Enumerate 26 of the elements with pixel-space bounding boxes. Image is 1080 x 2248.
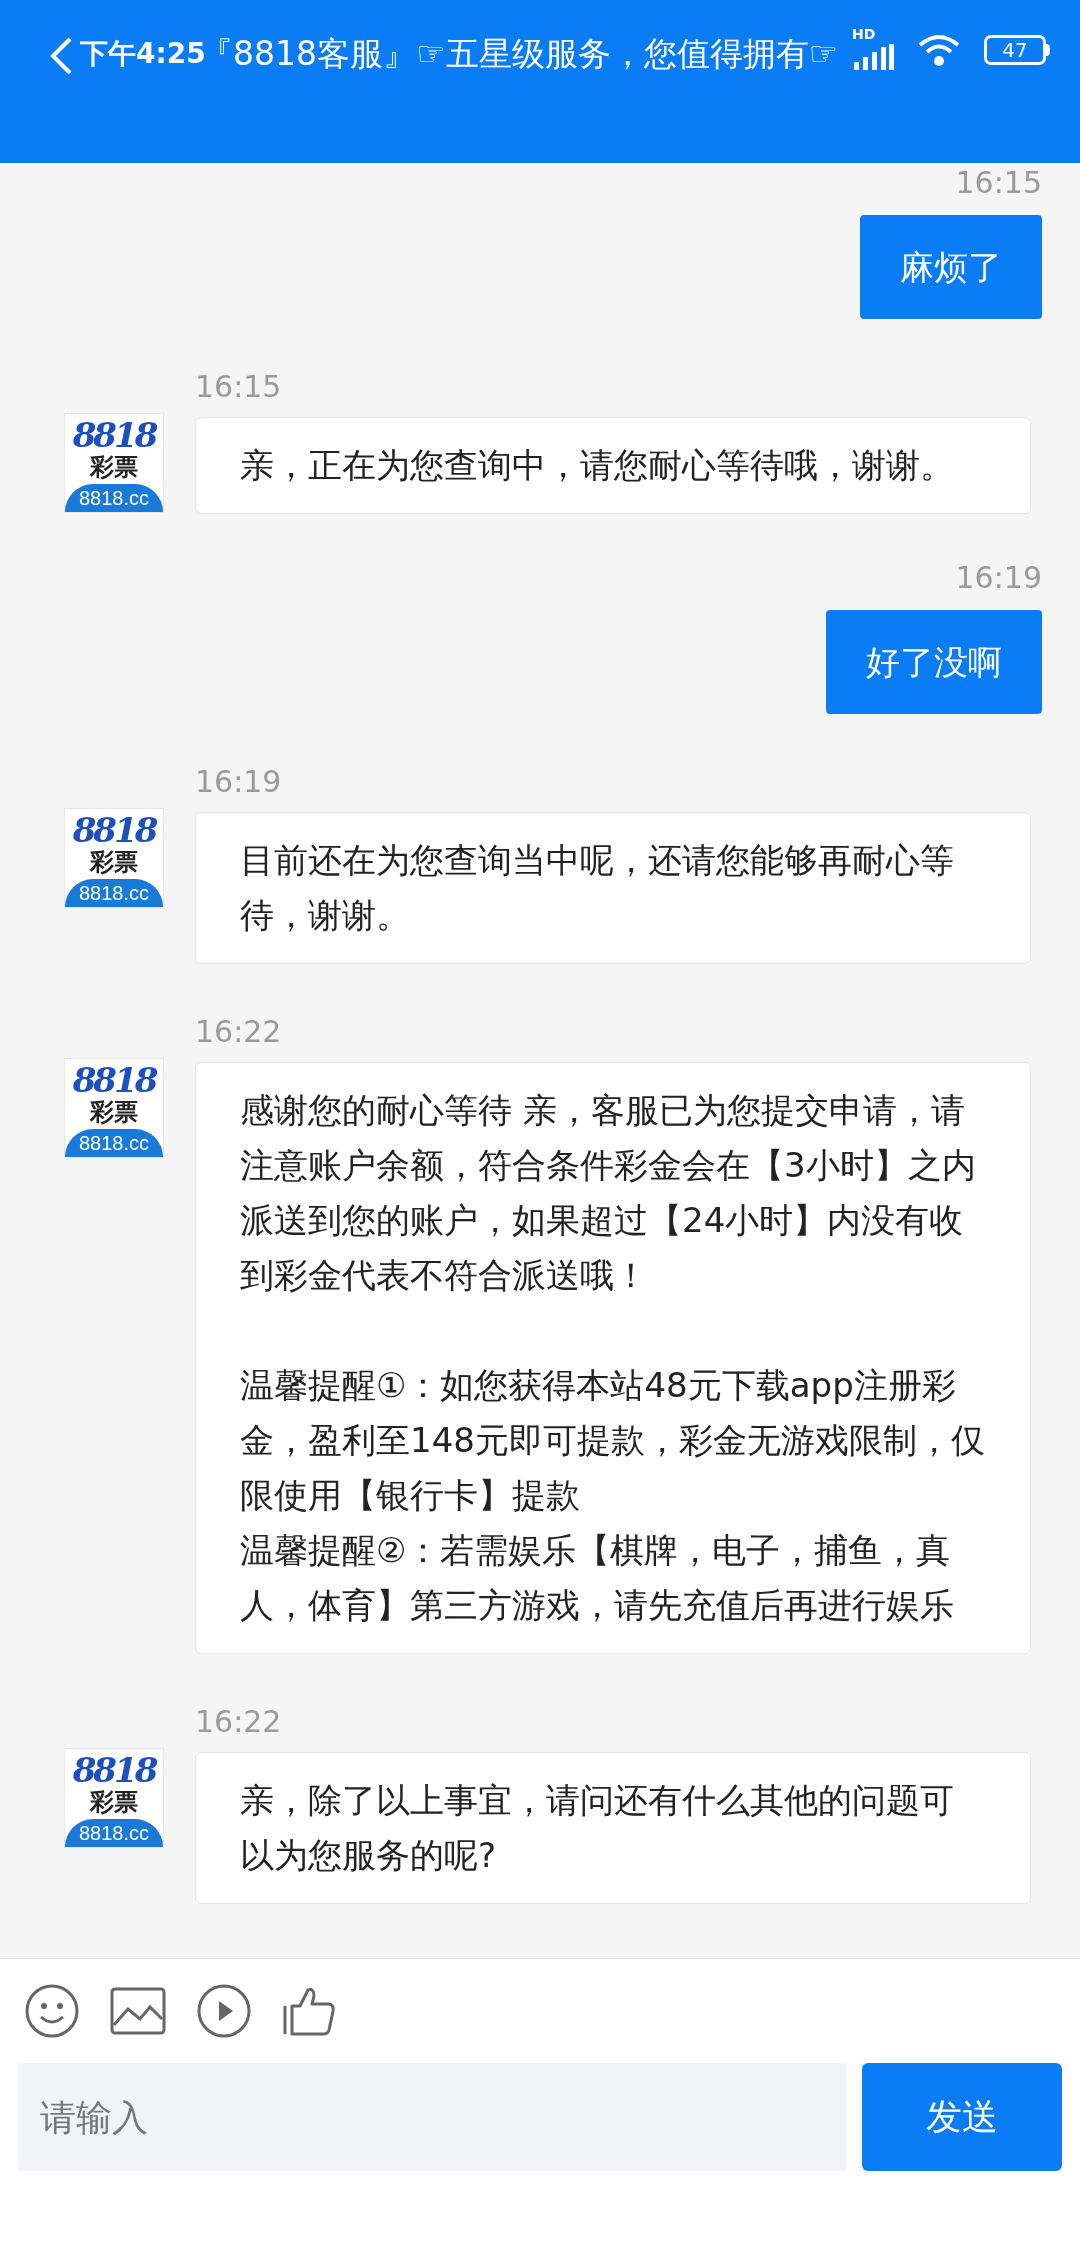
back-icon[interactable] <box>48 36 74 76</box>
image-icon[interactable] <box>110 1987 166 2035</box>
avatar-logo: 8818 彩票 8818.cc <box>64 413 164 513</box>
message-time: 16:19 <box>195 764 283 800</box>
message-text: 目前还在为您查询当中呢，还请您能够再耐心等待，谢谢。 <box>240 839 955 937</box>
message-time: 16:15 <box>955 165 1042 201</box>
message-time: 16:22 <box>195 1704 283 1740</box>
message-text: 亲，除了以上事宜，请问还有什么其他的问题可以为您服务的呢? <box>240 1779 955 1877</box>
message-text: 感谢您的耐心等待 亲，客服已为您提交申请，请注意账户余额，符合条件彩金会在【3小时】之内派送到您的账户，如果超过【24小时】内没有收到彩金代表不符合派送哦！ <box>240 1089 977 1297</box>
message-text: 好了没啊 <box>866 641 1002 684</box>
message-text: 麻烦了 <box>900 246 1002 289</box>
message-time: 16:22 <box>195 1014 283 1050</box>
message-text: 温馨提醒①：如您获得本站48元下载app注册彩金，盈利至148元即可提款，彩金无游戏限制，仅限使用【银行卡】提款 <box>240 1364 986 1517</box>
message-text: 亲，正在为您查询中，请您耐心等待哦，谢谢。 <box>240 444 955 487</box>
send-button[interactable]: 发送 <box>862 2063 1062 2171</box>
avatar-logo: 8818 彩票 8818.cc <box>64 808 164 908</box>
message-text: 温馨提醒②：若需娱乐【棋牌，电子，捕鱼，真人，体育】第三方游戏，请先充值后再进行娱乐 <box>240 1529 955 1627</box>
message-time: 16:15 <box>195 369 283 405</box>
emoji-icon[interactable] <box>24 1983 80 2039</box>
play-icon[interactable] <box>196 1983 252 2039</box>
message-time: 16:19 <box>955 560 1042 596</box>
thumbs-up-icon[interactable] <box>282 1986 336 2036</box>
wifi-icon <box>918 33 960 67</box>
avatar-logo: 8818 彩票 8818.cc <box>64 1058 164 1158</box>
message-input[interactable]: 请输入 <box>18 2063 847 2171</box>
avatar-logo: 8818 彩票 8818.cc <box>64 1748 164 1848</box>
